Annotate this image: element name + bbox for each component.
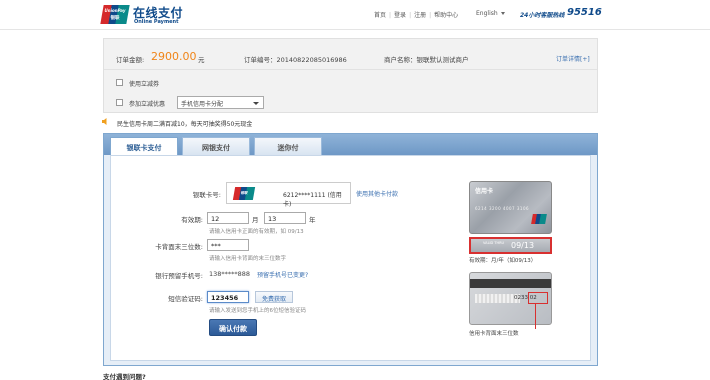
- expiry-hint: 请输入信用卡正面的有效期，如 09/13: [209, 229, 304, 235]
- cvv-highlight: [528, 292, 548, 304]
- card-number-label: 银联卡号:: [192, 191, 221, 199]
- year-unit: 年: [309, 216, 316, 224]
- card-front-number: 6214 3200 4007 3106: [475, 206, 530, 211]
- phone-label: 银行预留手机号:: [155, 272, 203, 280]
- discount-checkbox[interactable]: [116, 99, 123, 106]
- top-nav: 首页 | 登录 | 注册 | 帮助中心: [374, 10, 459, 19]
- merchant-name: 商户名称：银联默认测试商户: [384, 56, 469, 64]
- order-summary: 订单金额: 2900.00 元 订单编号：20140822085016986 商…: [103, 38, 598, 113]
- nav-help-link[interactable]: 帮助中心: [434, 10, 458, 19]
- language-label: English: [476, 10, 498, 17]
- payment-page: UnionPay 银联 在线支付 Online Payment 首页 | 登录 | 注册…: [0, 0, 710, 380]
- phone-value: 138*****888: [209, 270, 251, 278]
- tab-unionpay-card[interactable]: 银联卡支付: [110, 137, 178, 155]
- pointer-line: [535, 303, 536, 329]
- card-number-value: 6212****1111 (信用卡): [283, 192, 342, 208]
- cvv-hint: 请输入信用卡背面的末三位数字: [209, 256, 287, 262]
- brand-subtitle: Online Payment: [134, 19, 179, 25]
- sms-code-label: 短信验证码:: [168, 295, 203, 303]
- tab-bar: 银联卡支付 网银支付 迷你付: [104, 134, 597, 155]
- chevron-down-icon: [253, 102, 259, 105]
- hotline-number: 95516: [567, 7, 602, 18]
- card-number-display: 银联 6212****1111 (信用卡): [226, 182, 351, 208]
- language-dropdown[interactable]: English: [476, 10, 505, 17]
- cvv-input[interactable]: ***: [207, 239, 249, 251]
- tab-online-banking[interactable]: 网银支付: [182, 137, 250, 155]
- amount-unit: 元: [198, 56, 205, 64]
- card-front-title: 信用卡: [475, 188, 494, 195]
- hotline-label: 24小时客服热线: [520, 12, 565, 19]
- card-front-illustration: 信用卡 6214 3200 4007 3106: [469, 181, 552, 234]
- discount-select-value: 手机信用卡分配: [181, 101, 224, 108]
- magnetic-stripe: [470, 279, 551, 288]
- get-sms-code-button[interactable]: 免费获取: [255, 291, 293, 303]
- payment-problem-heading: 支付遇到问题?: [103, 373, 146, 380]
- order-number: 订单编号：20140822085016986: [244, 56, 347, 64]
- discount-select[interactable]: 手机信用卡分配: [177, 96, 264, 109]
- nav-home-link[interactable]: 首页: [374, 10, 386, 19]
- discount-label: 参加立减优惠: [129, 101, 166, 108]
- tab-mini-pay[interactable]: 迷你付: [254, 137, 322, 155]
- nav-register-link[interactable]: 注册: [414, 10, 426, 19]
- valid-thru-highlight: VALID THRU 09/13: [469, 237, 552, 254]
- other-card-link[interactable]: 使用其他卡付款: [356, 189, 398, 198]
- cvv-label: 卡背面末三位数:: [155, 243, 203, 251]
- promo-notice: 民生信用卡周二满百减10，每天可抽奖得50元现金: [117, 121, 253, 128]
- amount-label: 订单金额:: [116, 56, 145, 64]
- unionpay-logo: UnionPay 银联: [100, 5, 130, 24]
- expiry-label: 有效期:: [181, 216, 203, 224]
- expiry-year-input[interactable]: 13: [264, 212, 306, 224]
- valid-thru-label: VALID THRU: [483, 241, 505, 245]
- header-bar: UnionPay 银联 在线支付 Online Payment 首页 | 登录 | 注册…: [0, 0, 710, 30]
- expiry-month-input[interactable]: 12: [207, 212, 249, 224]
- amount-value: 2900.00: [151, 50, 197, 63]
- card-payment-form: 银联卡号: 银联 6212****1111 (信用卡) 使用其他卡付款 有效期:…: [110, 155, 591, 361]
- valid-thru-date: 09/13: [511, 241, 535, 250]
- chevron-down-icon: [500, 12, 505, 15]
- sms-hint: 请输入发送到您手机上的6位短信验证码: [209, 308, 307, 314]
- nav-login-link[interactable]: 登录: [394, 10, 406, 19]
- card-back-caption: 信用卡背面末三位数: [469, 331, 519, 337]
- divider: [104, 69, 597, 70]
- card-front-caption: 有效期：月/年（如09/13）: [469, 258, 537, 264]
- coupon-checkbox[interactable]: [116, 79, 123, 86]
- coupon-label: 使用立减券: [129, 81, 160, 88]
- payment-panel: 银联卡支付 网银支付 迷你付 银联卡号: 银联 6212****1111 (信用…: [103, 133, 598, 366]
- unionpay-card-icon: [531, 214, 547, 224]
- unionpay-card-icon: 银联: [232, 187, 256, 200]
- confirm-payment-button[interactable]: 确认付款: [209, 319, 257, 336]
- order-detail-link[interactable]: 订单详情[+]: [556, 54, 590, 63]
- card-back-illustration: 0233 02: [469, 272, 552, 325]
- sms-code-input[interactable]: 123456: [207, 291, 249, 303]
- speaker-icon: [102, 118, 107, 125]
- month-unit: 月: [252, 216, 259, 224]
- phone-changed-link[interactable]: 预留手机号已变更?: [257, 270, 308, 279]
